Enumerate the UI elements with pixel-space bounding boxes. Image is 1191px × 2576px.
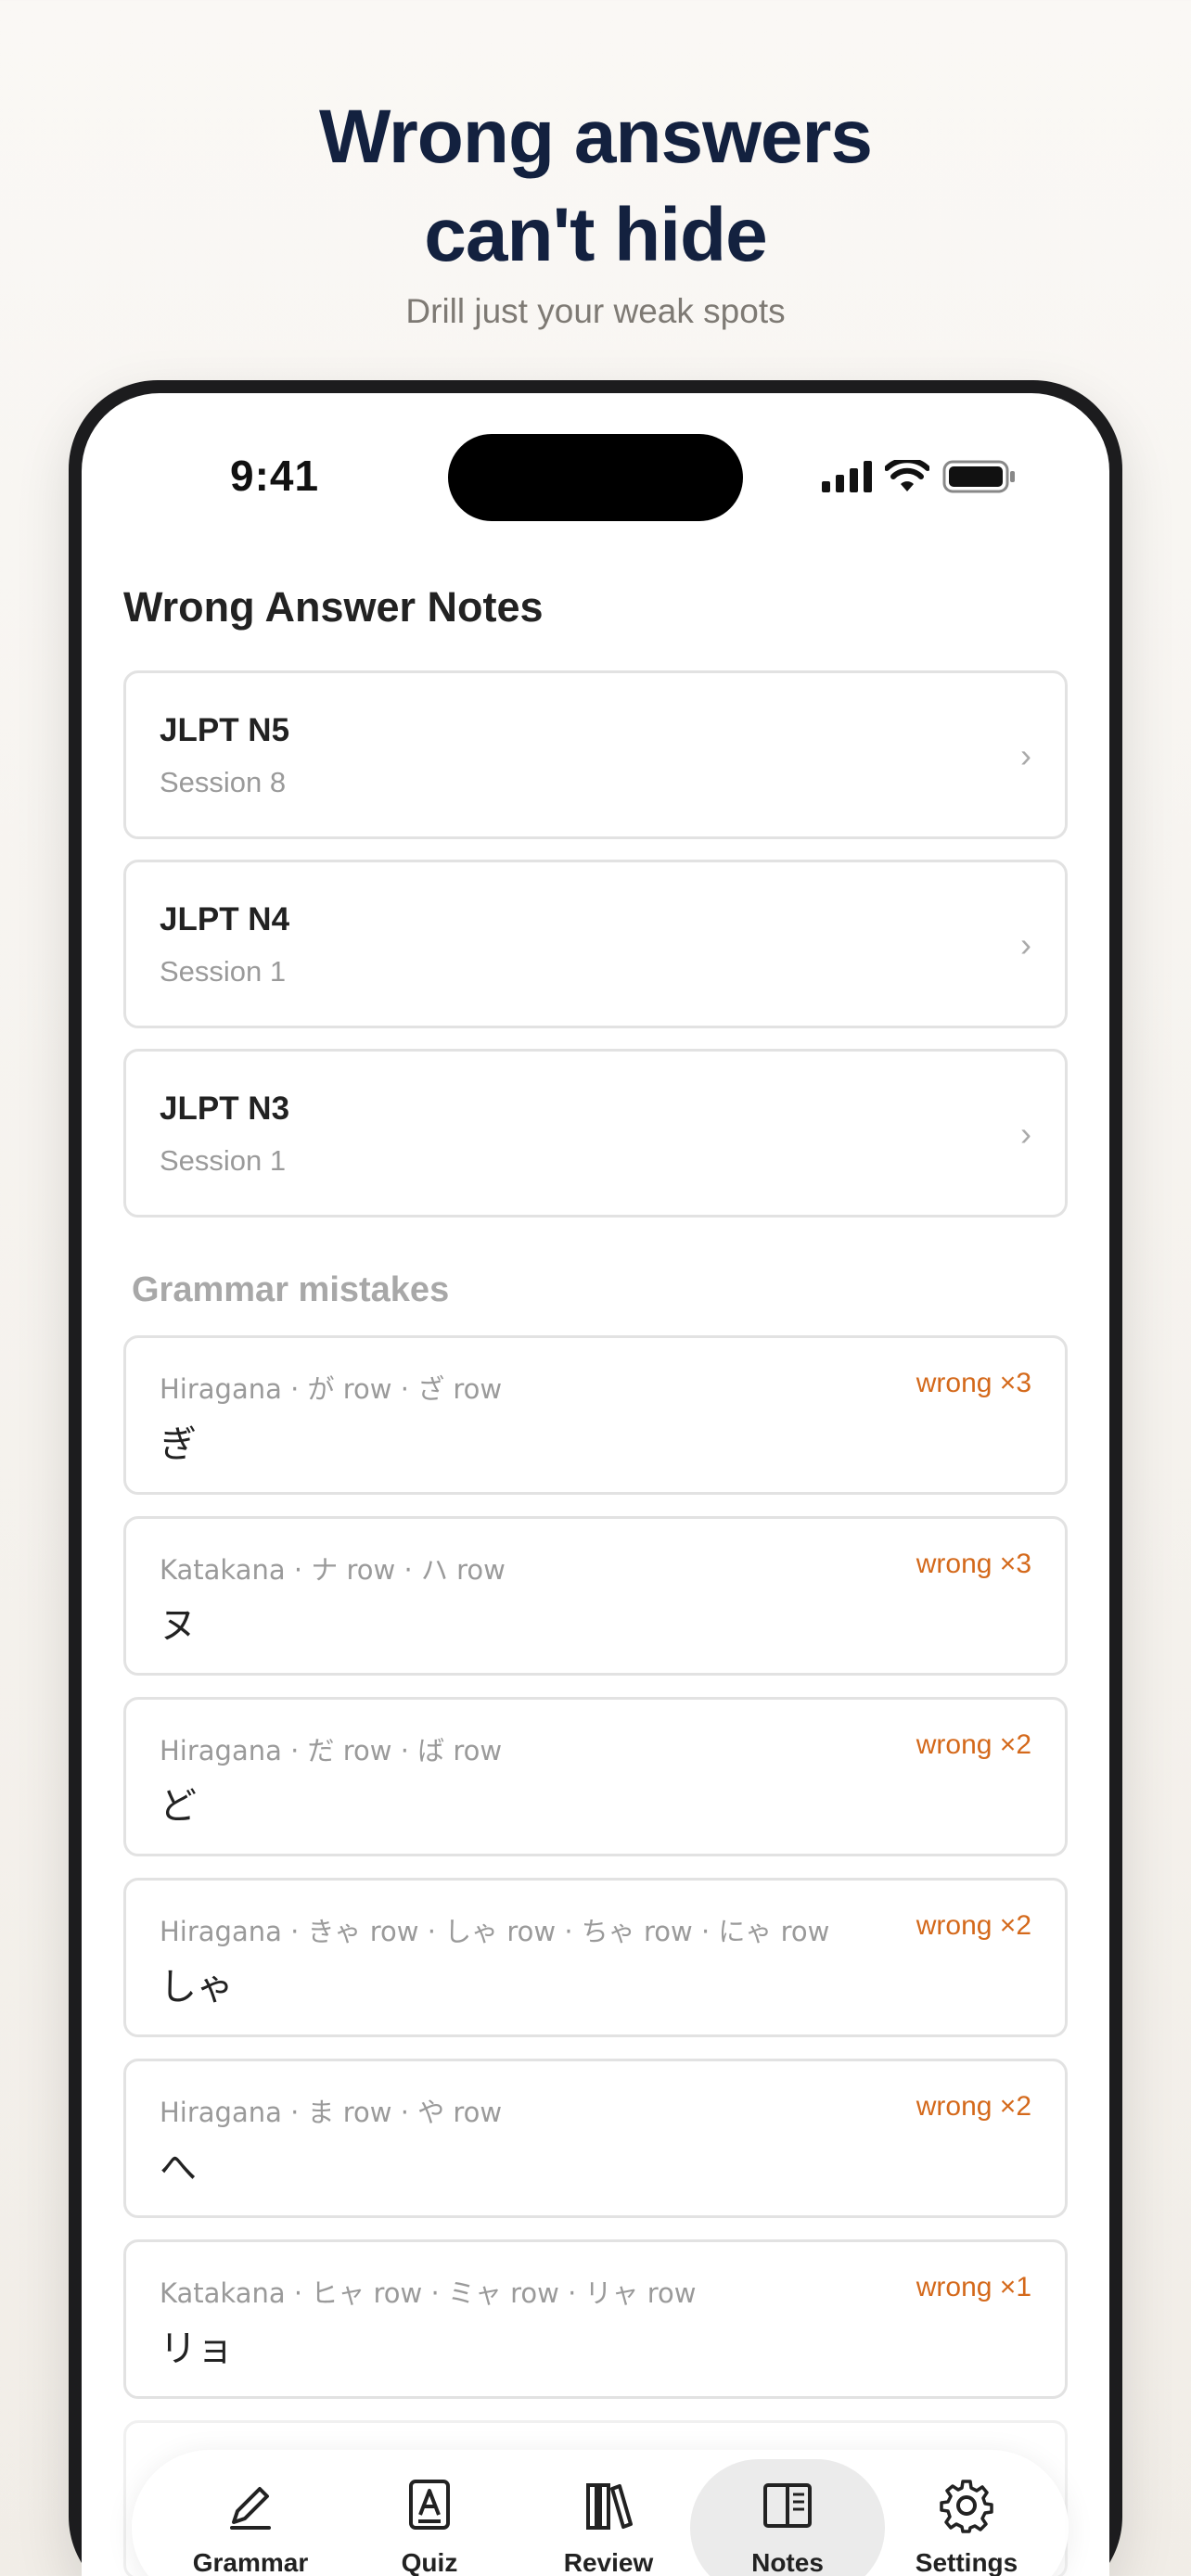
tab-label: Quiz <box>401 2548 458 2576</box>
session-card-jlpt-n5[interactable]: JLPT N5 Session 8 › <box>123 670 1068 839</box>
mistake-card[interactable]: Hiragana · ま row · や row へ wrong ×2 <box>123 2059 1068 2218</box>
cellular-signal-icon <box>822 461 872 492</box>
tab-quiz[interactable]: Quiz <box>332 2459 527 2576</box>
mistake-kana: リョ <box>160 2327 234 2370</box>
session-subtitle: Session 8 <box>160 766 287 798</box>
tab-label: Settings <box>915 2548 1018 2576</box>
wrong-count: wrong ×3 <box>916 1549 1031 1579</box>
wrong-count: wrong ×3 <box>916 1368 1031 1398</box>
headline-line-2: can't hide <box>424 193 767 277</box>
mistake-card[interactable]: Hiragana · が row · ざ row ぎ wrong ×3 <box>123 1335 1068 1495</box>
tab-grammar[interactable]: Grammar <box>153 2459 348 2576</box>
mistake-category: Hiragana · きゃ row · しゃ row · ちゃ row · にゃ… <box>160 1916 830 1947</box>
letter-a-icon <box>409 2480 450 2530</box>
status-bar: 9:41 <box>82 393 1109 523</box>
tab-notes[interactable]: Notes <box>690 2459 885 2576</box>
mistake-category: Hiragana · だ row · ば row <box>160 1735 503 1766</box>
mistake-kana: ぎ <box>160 1423 197 1466</box>
mistake-category: Hiragana · ま row · や row <box>160 2097 503 2128</box>
mistake-kana: へ <box>160 2147 197 2189</box>
headline-line-1: Wrong answers <box>318 95 873 179</box>
wrong-count: wrong ×2 <box>916 1910 1031 1941</box>
phone-screen: 9:41 Wrong Answer Notes JLPT N5 Session … <box>82 393 1109 2576</box>
marketing-subhead: Drill just your weak spots <box>405 292 786 330</box>
mistake-kana: ど <box>160 1785 197 1828</box>
mistake-category: Hiragana · が row · ざ row <box>160 1373 503 1405</box>
wrong-count: wrong ×2 <box>916 2091 1031 2122</box>
chevron-right-icon: › <box>1020 925 1031 963</box>
mistake-card[interactable]: Katakana · ナ row · ハ row ヌ wrong ×3 <box>123 1516 1068 1676</box>
mistake-card[interactable]: Katakana · ヒャ row · ミャ row · リャ row リョ w… <box>123 2239 1068 2399</box>
notebook-icon <box>763 2483 812 2528</box>
session-name: JLPT N5 <box>160 712 290 748</box>
gear-icon <box>940 2480 993 2533</box>
tab-bar: Grammar Quiz Review Notes Settings <box>132 2450 1069 2576</box>
tab-settings[interactable]: Settings <box>869 2459 1064 2576</box>
mistake-card[interactable]: Hiragana · きゃ row · しゃ row · ちゃ row · にゃ… <box>123 1878 1068 2037</box>
pen-icon <box>230 2487 271 2530</box>
session-card-jlpt-n3[interactable]: JLPT N3 Session 1 › <box>123 1049 1068 1218</box>
session-subtitle: Session 1 <box>160 1144 287 1177</box>
session-card-jlpt-n4[interactable]: JLPT N4 Session 1 › <box>123 860 1068 1028</box>
wrong-count: wrong ×1 <box>916 2272 1031 2302</box>
mistake-category: Katakana · ナ row · ハ row <box>160 1554 506 1586</box>
chevron-right-icon: › <box>1020 1115 1031 1153</box>
phone-frame: 9:41 Wrong Answer Notes JLPT N5 Session … <box>69 380 1122 2576</box>
mistake-category: Katakana · ヒャ row · ミャ row · リャ row <box>160 2277 697 2309</box>
battery-icon <box>942 460 1015 493</box>
books-icon <box>586 2483 633 2530</box>
session-subtitle: Session 1 <box>160 955 287 988</box>
page-title: Wrong Answer Notes <box>123 583 544 631</box>
section-title-grammar-mistakes: Grammar mistakes <box>132 1270 450 1309</box>
marketing-headline: Wrong answers can't hide <box>0 88 1191 285</box>
dynamic-island <box>448 434 743 521</box>
mistake-card[interactable]: Hiragana · だ row · ば row ど wrong ×2 <box>123 1697 1068 1856</box>
mistake-kana: しゃ <box>160 1966 234 2009</box>
tab-label: Grammar <box>192 2548 309 2576</box>
wifi-icon <box>885 460 929 491</box>
status-time: 9:41 <box>230 452 320 500</box>
status-icons <box>822 460 1017 493</box>
chevron-right-icon: › <box>1020 736 1031 774</box>
session-name: JLPT N3 <box>160 1090 290 1127</box>
tab-label: Notes <box>751 2548 824 2576</box>
tab-label: Review <box>563 2548 654 2576</box>
session-name: JLPT N4 <box>160 901 290 937</box>
mistake-kana: ヌ <box>160 1604 197 1647</box>
tab-review[interactable]: Review <box>511 2459 706 2576</box>
wrong-count: wrong ×2 <box>916 1729 1031 1760</box>
